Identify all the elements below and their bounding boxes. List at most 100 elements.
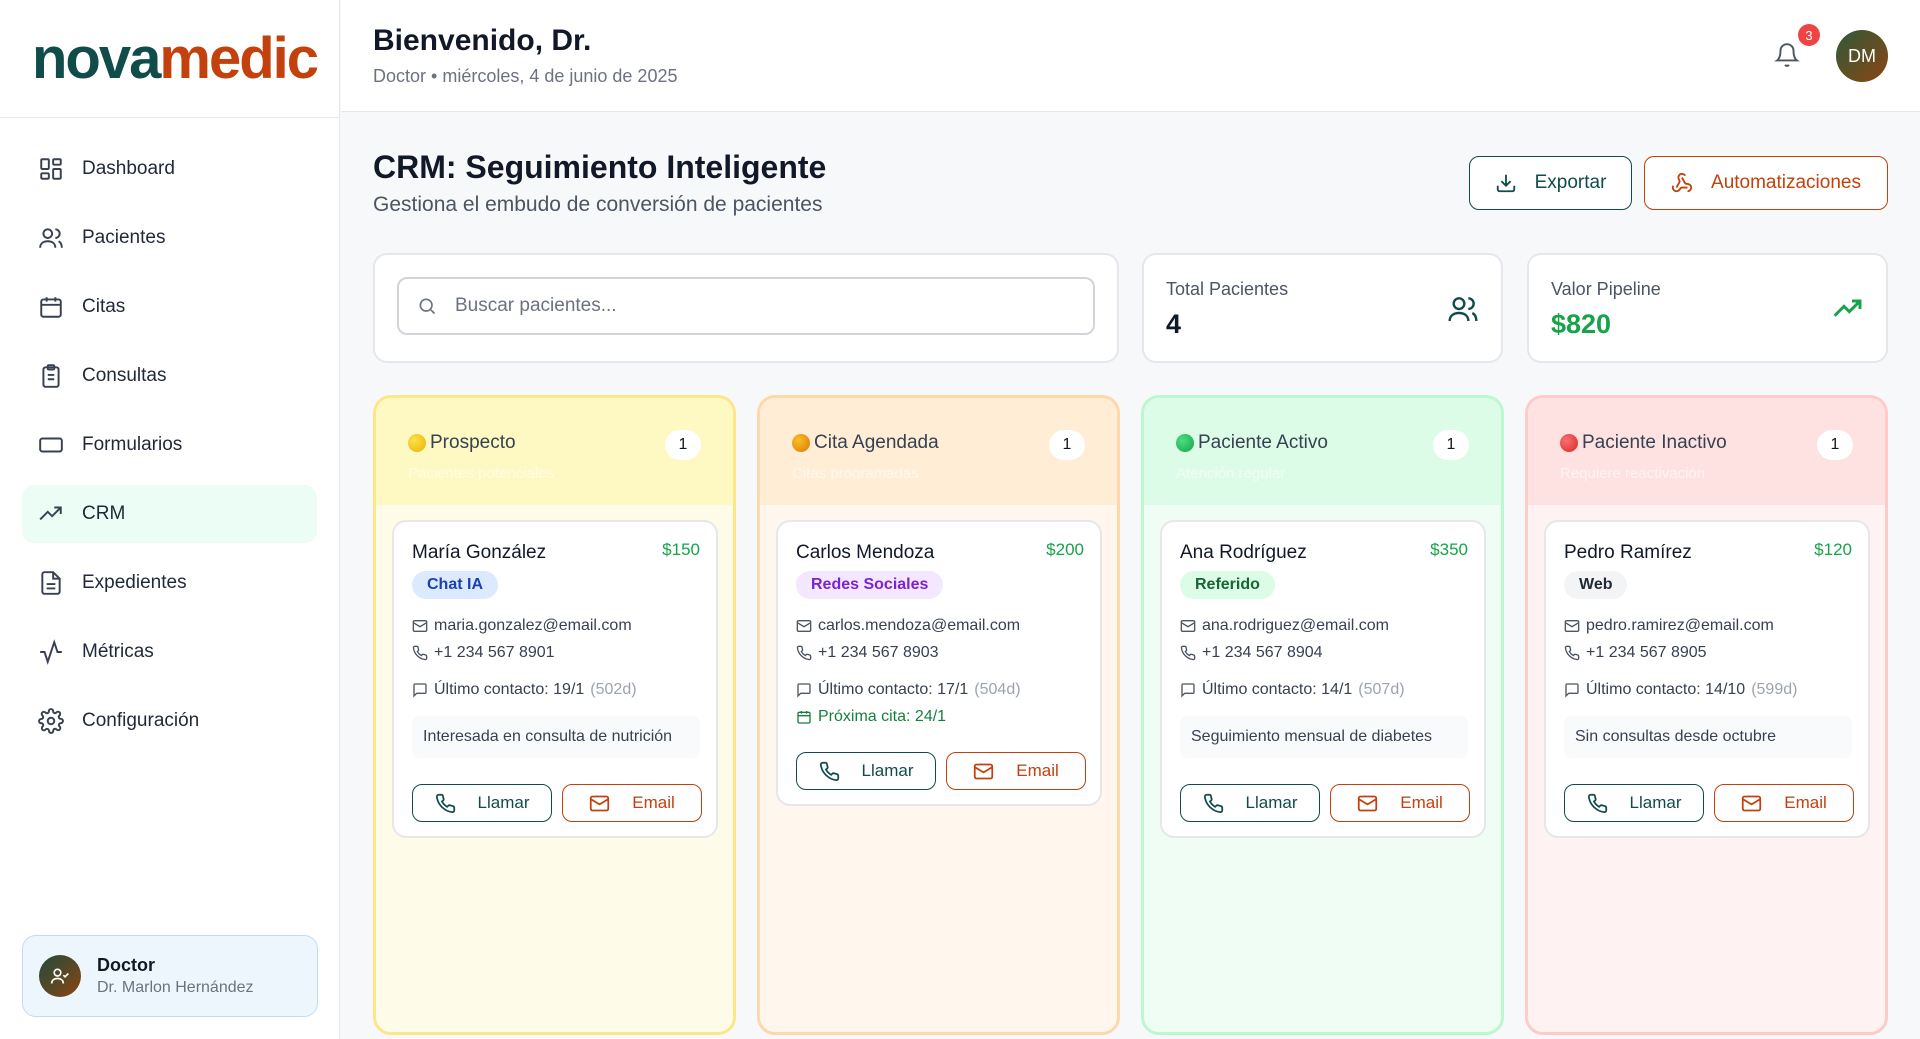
mail-icon [796, 620, 812, 632]
search-input[interactable] [455, 295, 1015, 317]
sidebar-item-dashboard[interactable]: Dashboard [22, 140, 317, 198]
column-cita-agendada: Cita Agendada Citas programadas 1 Carlos… [757, 395, 1120, 1035]
last-contact-row: Último contacto: 14/1 (507d) [1180, 681, 1405, 699]
patient-email: pedro.ramirez@email.com [1586, 617, 1774, 634]
source-tag: Web [1564, 571, 1628, 599]
message-icon [413, 683, 427, 698]
phone-icon [435, 793, 455, 813]
sidebar-item-citas[interactable]: Citas [22, 278, 317, 336]
column-description: Atención regular [1176, 465, 1286, 482]
total-patients-value: 4 [1166, 309, 1182, 339]
sidebar-item-configuracion[interactable]: Configuración [22, 692, 317, 750]
sidebar-item-label: CRM [82, 503, 126, 524]
status-dot [1176, 434, 1194, 452]
email-button[interactable]: Email [1714, 784, 1854, 822]
patient-value: $200 [1046, 540, 1084, 559]
calendar-icon [797, 711, 811, 724]
user-avatar [39, 955, 81, 997]
logo[interactable]: nova medic [0, 0, 339, 118]
last-contact-row: Último contacto: 17/1 (504d) [796, 681, 1021, 699]
message-icon [1181, 683, 1195, 698]
automations-button[interactable]: Automatizaciones [1644, 156, 1888, 210]
status-dot [792, 434, 810, 452]
status-dot [1560, 434, 1578, 452]
bell-icon[interactable] [1774, 42, 1800, 68]
mail-icon [1358, 795, 1378, 811]
automations-label: Automatizaciones [1711, 172, 1861, 193]
patient-phone: +1 234 567 8904 [1202, 644, 1323, 661]
export-label: Exportar [1534, 172, 1607, 193]
mail-icon [590, 795, 610, 811]
mail-icon [974, 763, 994, 779]
user-card[interactable]: Doctor Dr. Marlon Hernández [22, 935, 318, 1017]
pipeline-value: $820 [1551, 309, 1612, 339]
call-button[interactable]: Llamar [1564, 784, 1704, 822]
search-box[interactable] [397, 277, 1095, 335]
call-button[interactable]: Llamar [1180, 784, 1320, 822]
sidebar-item-crm[interactable]: CRM [22, 485, 317, 543]
total-patients-label: Total Pacientes [1166, 279, 1289, 299]
status-dot [408, 434, 426, 452]
sidebar-item-expedientes[interactable]: Expedientes [22, 554, 317, 612]
patient-card[interactable]: Carlos Mendoza $200 Redes Sociales carlo… [776, 520, 1102, 806]
logo-part-medic: medic [159, 26, 319, 91]
patient-email: maria.gonzalez@email.com [434, 617, 632, 634]
email-label: Email [1784, 793, 1827, 812]
email-button[interactable]: Email [946, 752, 1086, 790]
column-title-text: Paciente Activo [1198, 432, 1328, 453]
file-text-icon [41, 571, 61, 595]
patient-card[interactable]: María González $150 Chat IA maria.gonzal… [392, 520, 718, 838]
sidebar-item-formularios[interactable]: Formularios [22, 416, 317, 474]
patient-card[interactable]: Ana Rodríguez $350 Referido ana.rodrigue… [1160, 520, 1486, 838]
column-header: Paciente Inactivo Requiere reactivación … [1528, 398, 1885, 505]
call-button[interactable]: Llamar [796, 752, 936, 790]
pipeline-value-card: Valor Pipeline $820 [1527, 253, 1888, 363]
download-icon [1496, 174, 1515, 193]
mail-icon [412, 620, 428, 632]
patient-card[interactable]: Pedro Ramírez $120 Web pedro.ramirez@ema… [1544, 520, 1870, 838]
phone-row: +1 234 567 8904 [1180, 644, 1323, 662]
sidebar-item-metricas[interactable]: Métricas [22, 623, 317, 681]
last-contact: Último contacto: 14/1 [1202, 681, 1353, 698]
sidebar: nova medic Dashboard Pacientes Citas Cons… [0, 0, 340, 1039]
mail-icon [1564, 620, 1580, 632]
call-button[interactable]: Llamar [412, 784, 552, 822]
email-row: maria.gonzalez@email.com [412, 617, 632, 635]
layout-grid-icon [40, 158, 62, 180]
phone-row: +1 234 567 8901 [412, 644, 555, 662]
column-title: Paciente Inactivo [1560, 432, 1727, 454]
call-label: Llamar [1629, 793, 1682, 812]
form-icon [39, 437, 63, 453]
last-contact: Último contacto: 14/10 [1586, 681, 1746, 698]
sidebar-item-pacientes[interactable]: Pacientes [22, 209, 317, 267]
column-header: Cita Agendada Citas programadas 1 [760, 398, 1117, 505]
pipeline-label: Valor Pipeline [1551, 279, 1661, 299]
calendar-icon [40, 297, 62, 318]
days-since: (504d) [974, 681, 1021, 698]
phone-icon [1203, 793, 1223, 813]
export-button[interactable]: Exportar [1469, 156, 1632, 210]
sidebar-nav: Dashboard Pacientes Citas Consultas Form… [0, 118, 339, 783]
sidebar-item-label: Citas [82, 296, 126, 317]
column-description: Pacientes potenciales [408, 465, 554, 482]
patient-value: $150 [662, 540, 700, 559]
next-appointment: Próxima cita: 24/1 [818, 708, 947, 725]
patient-email: ana.rodriguez@email.com [1202, 617, 1389, 634]
email-button[interactable]: Email [562, 784, 702, 822]
patient-name: Pedro Ramírez [1564, 542, 1692, 563]
sidebar-item-label: Dashboard [82, 158, 175, 179]
gear-icon [38, 708, 64, 734]
column-count-badge: 1 [1433, 430, 1469, 460]
search-icon [419, 298, 436, 315]
column-count-badge: 1 [1049, 430, 1085, 460]
message-icon [797, 683, 811, 698]
avatar[interactable]: DM [1836, 30, 1888, 82]
notification-badge: 3 [1798, 24, 1820, 46]
sidebar-item-consultas[interactable]: Consultas [22, 347, 317, 405]
sidebar-item-label: Pacientes [82, 227, 166, 248]
column-title: Cita Agendada [792, 432, 939, 454]
email-button[interactable]: Email [1330, 784, 1470, 822]
column-title-text: Cita Agendada [814, 432, 939, 453]
patient-phone: +1 234 567 8903 [818, 644, 939, 661]
patient-name: Carlos Mendoza [796, 542, 935, 563]
